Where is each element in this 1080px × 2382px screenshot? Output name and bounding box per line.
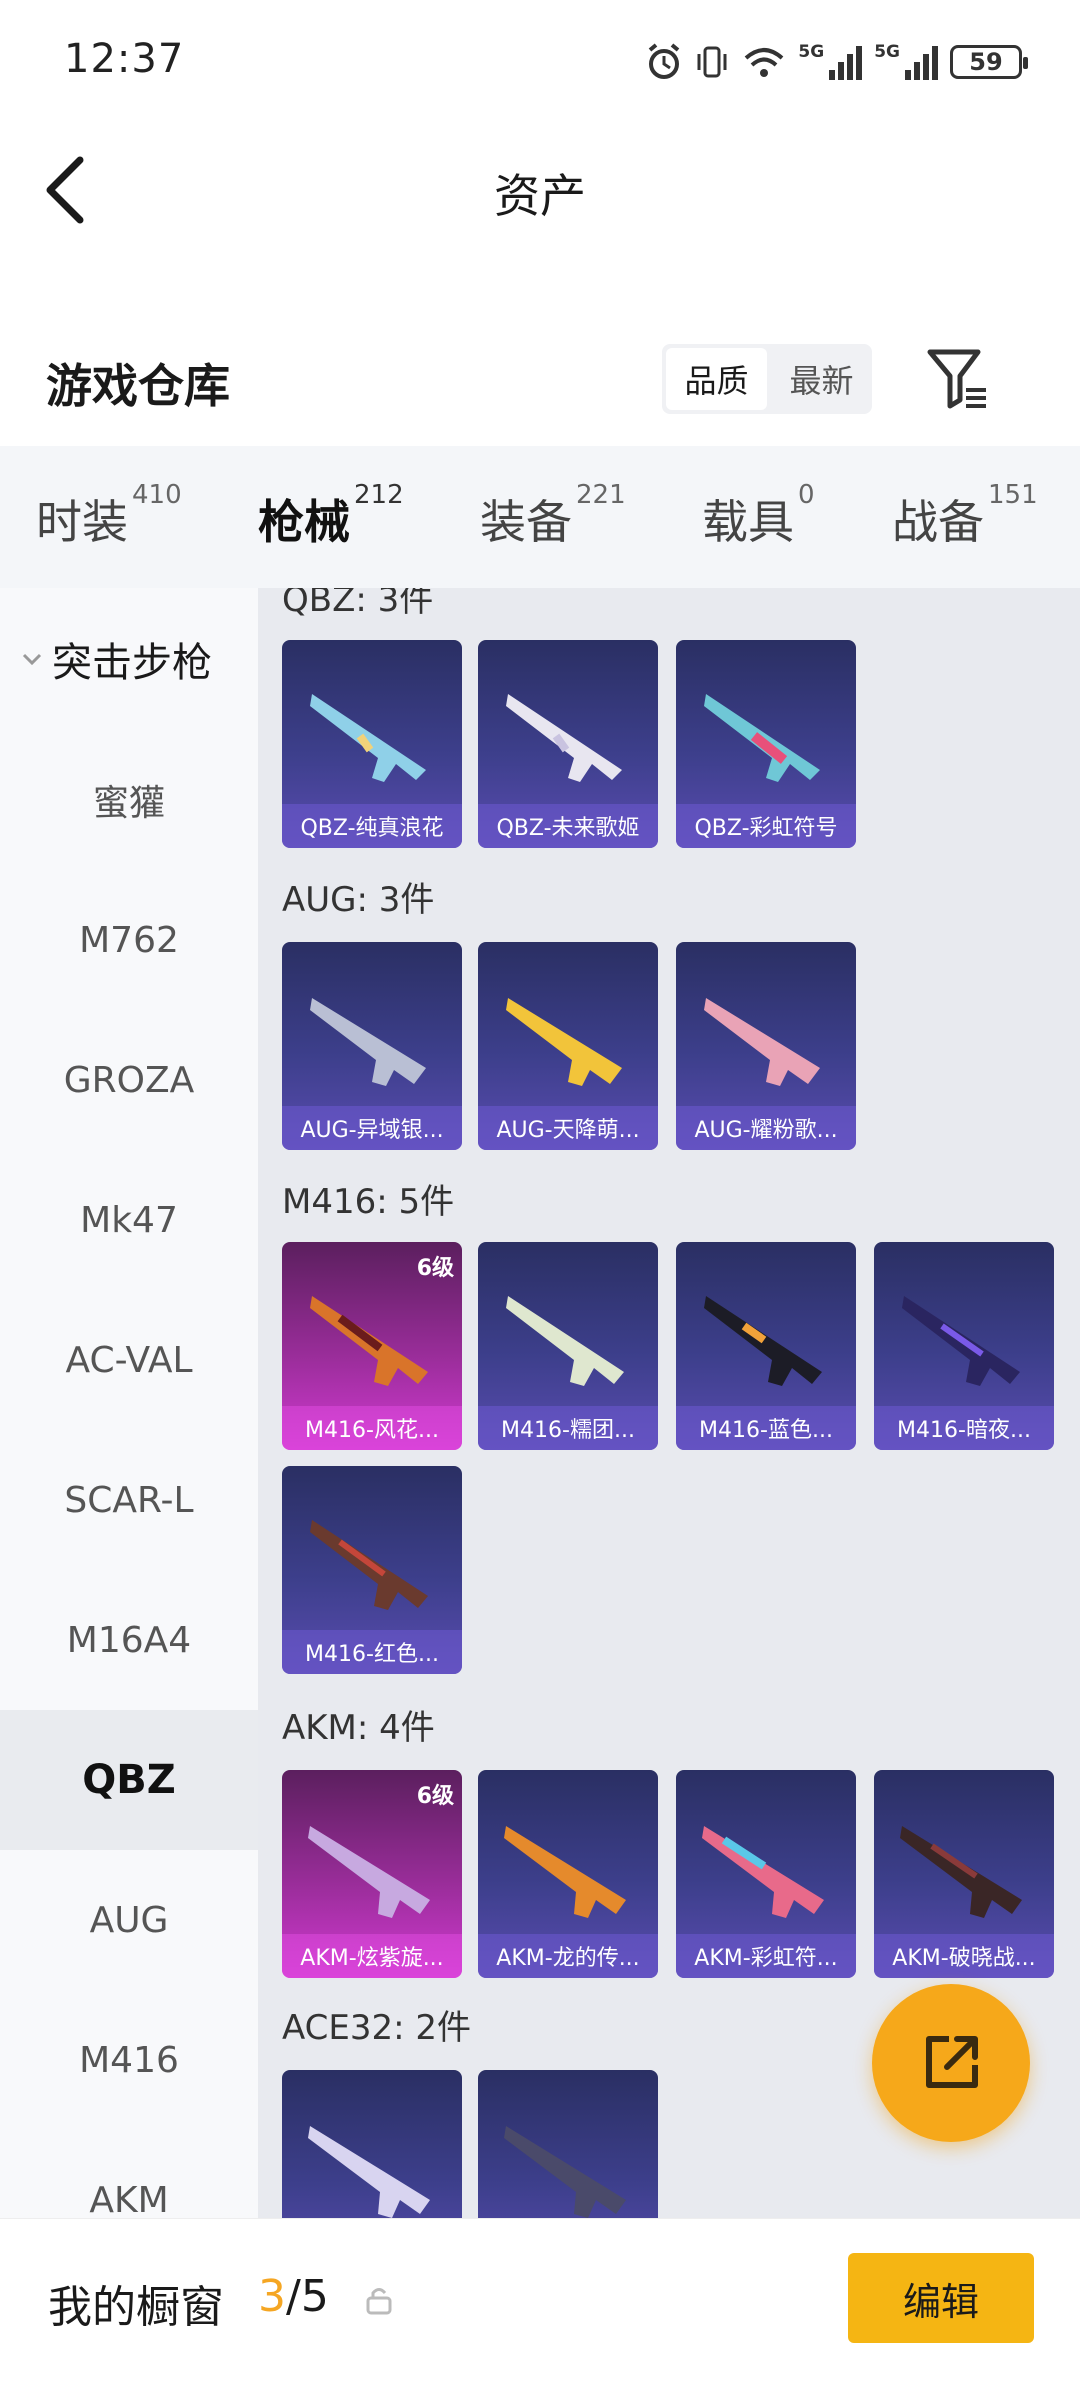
sidebar-item-scar-l[interactable]: SCAR-L: [0, 1430, 258, 1570]
edit-button[interactable]: 编辑: [848, 2253, 1034, 2343]
skin-card[interactable]: [282, 2070, 462, 2218]
skin-name: QBZ-纯真浪花: [282, 804, 462, 848]
rifle-skin-image: [504, 1826, 626, 1918]
sidebar-item-m762[interactable]: M762: [0, 870, 258, 1010]
rifle-skin-image: [308, 2126, 430, 2218]
skin-card[interactable]: M416-暗夜...: [874, 1242, 1054, 1450]
skin-name: M416-糯团...: [478, 1406, 658, 1450]
vibrate-icon: [697, 46, 727, 78]
sidebar-item-m416[interactable]: M416: [0, 1990, 258, 2130]
sidebar-item-m16a4[interactable]: M16A4: [0, 1570, 258, 1710]
skin-name: AKM-龙的传...: [478, 1934, 658, 1978]
group-title-akm: AKM: 4件: [282, 1708, 435, 1748]
skin-name: AUG-天降萌...: [478, 1106, 658, 1150]
skin-card[interactable]: QBZ-纯真浪花: [282, 640, 462, 848]
filter-icon[interactable]: [926, 344, 990, 416]
group-title-m416: M416: 5件: [282, 1182, 455, 1222]
rifle-skin-image: [506, 694, 622, 782]
tab-vehicles[interactable]: 载具 0: [702, 480, 815, 552]
page-title: 资产: [494, 169, 586, 223]
skin-card[interactable]: 6级 M416-风花...: [282, 1242, 462, 1450]
skin-card[interactable]: AUG-异域银...: [282, 942, 462, 1150]
rifle-skin-image: [308, 1826, 430, 1918]
sidebar-item-qbz[interactable]: QBZ: [0, 1710, 258, 1850]
tab-fashion[interactable]: 时装 410: [36, 480, 182, 552]
status-bar: 12:37 5G 5G 59: [0, 0, 1080, 120]
rifle-skin-image: [310, 694, 426, 782]
alarm-icon: [649, 43, 680, 79]
weapon-sidebar: 突击步枪 蜜獾 M762 GROZA Mk47 AC-VAL SCAR-L M1…: [0, 588, 258, 2218]
rifle-skin-image: [704, 998, 820, 1086]
skin-name: M416-蓝色...: [676, 1406, 856, 1450]
group-title-ace32: ACE32: 2件: [282, 2008, 472, 2048]
rifle-skin-image: [310, 998, 426, 1086]
rifle-skin-image: [702, 1826, 824, 1918]
signal-icon-2: 5G: [874, 44, 938, 80]
skin-name: AKM-炫紫旋...: [282, 1934, 462, 1978]
tab-gear[interactable]: 战备 151: [892, 480, 1038, 552]
skin-card[interactable]: 6级 AKM-炫紫旋...: [282, 1770, 462, 1978]
skin-name: M416-暗夜...: [874, 1406, 1054, 1450]
section-title: 游戏仓库: [46, 359, 230, 413]
battery-icon: 59: [950, 45, 1028, 79]
wifi-icon: [745, 48, 784, 77]
share-out-icon: [926, 2036, 978, 2088]
sort-toggle: 品质 最新: [662, 344, 872, 414]
skin-card[interactable]: AUG-耀粉歌...: [676, 942, 856, 1150]
skin-card[interactable]: QBZ-彩虹符号: [676, 640, 856, 848]
rifle-skin-image: [506, 1296, 624, 1386]
skin-card[interactable]: M416-蓝色...: [676, 1242, 856, 1450]
sort-newest-button[interactable]: 最新: [771, 344, 872, 414]
skin-card[interactable]: AKM-龙的传...: [478, 1770, 658, 1978]
rifle-skin-image: [506, 998, 622, 1086]
sidebar-item-groza[interactable]: GROZA: [0, 1010, 258, 1150]
skin-card[interactable]: QBZ-未来歌姬: [478, 640, 658, 848]
lock-icon: [366, 2288, 392, 2315]
warehouse-header: 游戏仓库 品质 最新: [0, 330, 1080, 430]
skin-card[interactable]: [478, 2070, 658, 2218]
skin-name: AKM-破晓战...: [874, 1934, 1054, 1978]
skin-name: AUG-耀粉歌...: [676, 1106, 856, 1150]
group-title-qbz: QBZ: 3件: [282, 588, 434, 620]
signal-icon-1: 5G: [798, 44, 863, 80]
sidebar-item-aug[interactable]: AUG: [0, 1850, 258, 1990]
skin-name: M416-风花...: [282, 1406, 462, 1450]
share-button[interactable]: [872, 1984, 1030, 2142]
showcase-label: 我的橱窗: [48, 2282, 224, 2333]
sidebar-item-honey-badger[interactable]: 蜜獾: [0, 730, 258, 870]
skin-name: M416-红色...: [282, 1630, 462, 1674]
rifle-skin-image: [310, 1520, 428, 1610]
skin-name: QBZ-彩虹符号: [676, 804, 856, 848]
showcase-count: 3/5: [258, 2271, 329, 2322]
tab-equipment[interactable]: 装备 221: [480, 480, 626, 552]
skin-card[interactable]: M416-红色...: [282, 1466, 462, 1674]
tab-guns[interactable]: 枪械 212: [258, 480, 404, 606]
weapon-grid[interactable]: QBZ: 3件 QBZ-纯真浪花 QBZ-未来歌姬 QBZ-彩虹符号 AUG: …: [258, 588, 1080, 2218]
skin-card[interactable]: M416-糯团...: [478, 1242, 658, 1450]
sidebar-item-ac-val[interactable]: AC-VAL: [0, 1290, 258, 1430]
skin-name: AKM-彩虹符...: [676, 1934, 856, 1978]
sort-quality-button[interactable]: 品质: [666, 348, 767, 410]
status-icons: 5G 5G 59: [646, 40, 1028, 84]
rifle-skin-image: [310, 1296, 428, 1386]
skin-name: QBZ-未来歌姬: [478, 804, 658, 848]
skin-name: AUG-异域银...: [282, 1106, 462, 1150]
group-title-aug: AUG: 3件: [282, 880, 435, 920]
sidebar-item-akm[interactable]: AKM: [0, 2130, 258, 2219]
rifle-skin-image: [504, 2126, 626, 2218]
rifle-skin-image: [900, 1826, 1022, 1918]
category-tabs: 时装 410 枪械 212 装备 221 载具 0 战备 151: [0, 446, 1080, 606]
status-time: 12:37: [64, 36, 185, 82]
showcase-bar: 我的橱窗 3/5 编辑: [0, 2218, 1080, 2382]
chevron-down-icon: [22, 653, 42, 666]
sidebar-item-mk47[interactable]: Mk47: [0, 1150, 258, 1290]
app-header: 资产: [0, 130, 1080, 250]
rifle-skin-image: [902, 1296, 1020, 1386]
sidebar-group-assault-rifles[interactable]: 突击步枪: [20, 630, 212, 688]
skin-card[interactable]: AUG-天降萌...: [478, 942, 658, 1150]
skin-card[interactable]: AKM-彩虹符...: [676, 1770, 856, 1978]
rifle-skin-image: [704, 1296, 822, 1386]
rifle-skin-image: [704, 694, 820, 782]
skin-card[interactable]: AKM-破晓战...: [874, 1770, 1054, 1978]
